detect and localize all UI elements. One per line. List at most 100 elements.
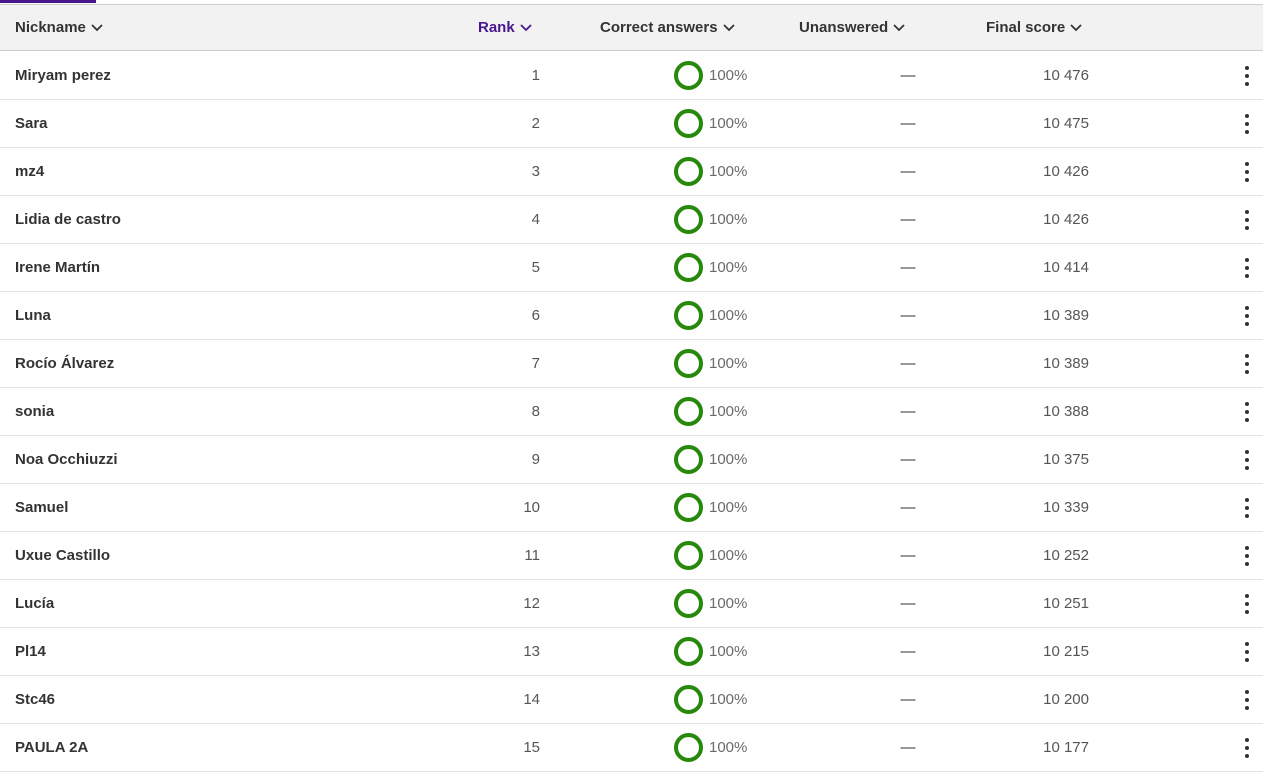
table-row[interactable]: Lucía 12 100% — 10 251 <box>0 580 1263 628</box>
final-score-value: 10 389 <box>1043 307 1089 324</box>
player-rank: 15 <box>523 739 540 756</box>
player-rank: 7 <box>531 355 540 372</box>
unanswered-value: — <box>900 547 916 564</box>
correct-ring-icon <box>674 685 703 714</box>
column-header-nickname[interactable]: Nickname <box>15 5 103 50</box>
column-header-label: Unanswered <box>799 19 889 36</box>
row-menu-button[interactable] <box>1234 52 1260 99</box>
player-rank: 10 <box>523 499 540 516</box>
correct-ring-icon <box>674 205 703 234</box>
player-nickname: Noa Occhiuzzi <box>15 451 118 468</box>
more-vertical-icon <box>1245 449 1249 470</box>
correct-answers-percent: 100% <box>709 643 748 660</box>
correct-answers-percent: 100% <box>709 499 748 516</box>
more-vertical-icon <box>1245 737 1249 758</box>
row-menu-button[interactable] <box>1234 676 1260 723</box>
unanswered-value: — <box>900 355 916 372</box>
more-vertical-icon <box>1245 65 1249 86</box>
correct-answers-percent: 100% <box>709 547 748 564</box>
table-row[interactable]: Irene Martín 5 100% — 10 414 <box>0 244 1263 292</box>
row-menu-button[interactable] <box>1234 244 1260 291</box>
unanswered-value: — <box>900 403 916 420</box>
column-header-unanswered[interactable]: Unanswered <box>799 5 905 50</box>
row-menu-button[interactable] <box>1234 340 1260 387</box>
column-header-label: Nickname <box>15 19 86 36</box>
correct-answers-cell: 100% <box>674 724 747 771</box>
player-nickname: Samuel <box>15 499 69 516</box>
table-row[interactable]: Sara 2 100% — 10 475 <box>0 100 1263 148</box>
table-row[interactable]: Lidia de castro 4 100% — 10 426 <box>0 196 1263 244</box>
active-tab-indicator <box>0 0 96 3</box>
player-rank: 4 <box>531 211 540 228</box>
correct-ring-icon <box>674 541 703 570</box>
final-score-value: 10 426 <box>1043 163 1089 180</box>
correct-answers-cell: 100% <box>674 628 747 675</box>
player-rank: 6 <box>531 307 540 324</box>
row-menu-button[interactable] <box>1234 436 1260 483</box>
correct-answers-percent: 100% <box>709 739 748 756</box>
player-nickname: Irene Martín <box>15 259 101 276</box>
row-menu-button[interactable] <box>1234 100 1260 147</box>
correct-ring-icon <box>674 253 703 282</box>
correct-ring-icon <box>674 493 703 522</box>
column-header-correct-answers[interactable]: Correct answers <box>600 5 735 50</box>
final-score-value: 10 339 <box>1043 499 1089 516</box>
row-menu-button[interactable] <box>1234 388 1260 435</box>
correct-answers-cell: 100% <box>674 388 747 435</box>
correct-ring-icon <box>674 109 703 138</box>
table-row[interactable]: Noa Occhiuzzi 9 100% — 10 375 <box>0 436 1263 484</box>
player-nickname: sonia <box>15 403 55 420</box>
player-rank: 14 <box>523 691 540 708</box>
row-menu-button[interactable] <box>1234 148 1260 195</box>
unanswered-value: — <box>900 451 916 468</box>
correct-answers-cell: 100% <box>674 532 747 579</box>
table-row[interactable]: Rocío Álvarez 7 100% — 10 389 <box>0 340 1263 388</box>
correct-ring-icon <box>674 637 703 666</box>
correct-answers-cell: 100% <box>674 244 747 291</box>
unanswered-value: — <box>900 163 916 180</box>
correct-answers-cell: 100% <box>674 148 747 195</box>
correct-answers-cell: 100% <box>674 196 747 243</box>
unanswered-value: — <box>900 691 916 708</box>
table-row[interactable]: Uxue Castillo 11 100% — 10 252 <box>0 532 1263 580</box>
row-menu-button[interactable] <box>1234 628 1260 675</box>
more-vertical-icon <box>1245 497 1249 518</box>
table-row[interactable]: sonia 8 100% — 10 388 <box>0 388 1263 436</box>
table-row[interactable]: Miryam perez 1 100% — 10 476 <box>0 52 1263 100</box>
table-row[interactable]: Samuel 10 100% — 10 339 <box>0 484 1263 532</box>
player-nickname: Rocío Álvarez <box>15 355 115 372</box>
correct-ring-icon <box>674 61 703 90</box>
unanswered-value: — <box>900 307 916 324</box>
correct-answers-percent: 100% <box>709 403 748 420</box>
final-score-value: 10 389 <box>1043 355 1089 372</box>
table-row[interactable]: Stc46 14 100% — 10 200 <box>0 676 1263 724</box>
row-menu-button[interactable] <box>1234 292 1260 339</box>
table-row[interactable]: mz4 3 100% — 10 426 <box>0 148 1263 196</box>
row-menu-button[interactable] <box>1234 580 1260 627</box>
table-row[interactable]: Luna 6 100% — 10 389 <box>0 292 1263 340</box>
final-score-value: 10 388 <box>1043 403 1089 420</box>
column-header-rank[interactable]: Rank <box>478 5 532 50</box>
correct-ring-icon <box>674 733 703 762</box>
final-score-value: 10 476 <box>1043 67 1089 84</box>
chevron-down-icon <box>893 23 905 31</box>
correct-ring-icon <box>674 301 703 330</box>
row-menu-button[interactable] <box>1234 196 1260 243</box>
player-nickname: Miryam perez <box>15 67 111 84</box>
table-header: Nickname Rank Correct answers Unanswered… <box>0 5 1263 51</box>
row-menu-button[interactable] <box>1234 532 1260 579</box>
final-score-value: 10 426 <box>1043 211 1089 228</box>
table-row[interactable]: PAULA 2A 15 100% — 10 177 <box>0 724 1263 772</box>
player-rank: 13 <box>523 643 540 660</box>
row-menu-button[interactable] <box>1234 484 1260 531</box>
column-header-final-score[interactable]: Final score <box>986 5 1082 50</box>
row-menu-button[interactable] <box>1234 724 1260 771</box>
player-rank: 3 <box>531 163 540 180</box>
correct-ring-icon <box>674 445 703 474</box>
correct-answers-percent: 100% <box>709 211 748 228</box>
table-row[interactable]: Pl14 13 100% — 10 215 <box>0 628 1263 676</box>
correct-answers-percent: 100% <box>709 259 748 276</box>
chevron-down-icon <box>722 23 735 31</box>
player-rank: 5 <box>531 259 540 276</box>
player-rank: 12 <box>523 595 540 612</box>
